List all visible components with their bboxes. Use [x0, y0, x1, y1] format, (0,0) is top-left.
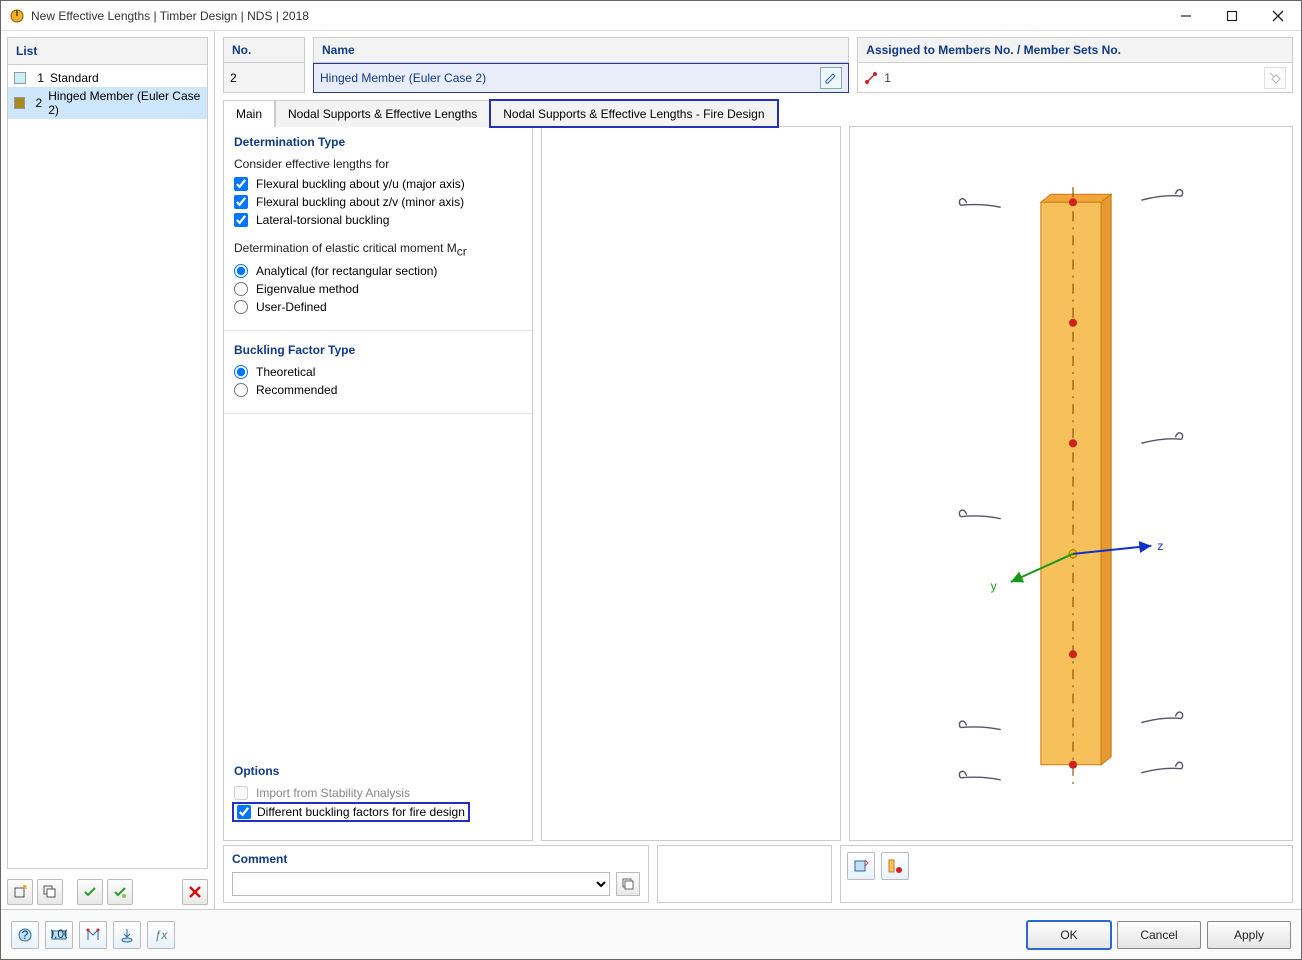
list-item[interactable]: 1 Standard — [8, 69, 207, 87]
determination-title: Determination Type — [234, 135, 522, 149]
preview-panel: z y — [849, 126, 1293, 841]
minimize-button[interactable] — [1163, 1, 1209, 30]
list-item[interactable]: 2 Hinged Member (Euler Case 2) — [8, 87, 207, 119]
mcr-label: Determination of elastic critical moment… — [234, 241, 522, 258]
form-column: Determination Type Consider effective le… — [223, 126, 533, 841]
pick-members-button[interactable] — [1264, 67, 1286, 89]
rad-eigen[interactable]: Eigenvalue method — [234, 282, 522, 296]
list-item-label: Hinged Member (Euler Case 2) — [48, 89, 201, 117]
chk-diff-fire[interactable]: Different buckling factors for fire desi… — [234, 804, 522, 820]
no-value[interactable]: 2 — [223, 63, 305, 93]
comment-panel: Comment — [223, 845, 649, 903]
empty-panel — [657, 845, 832, 903]
number-field-group: No. 2 — [223, 37, 305, 93]
svg-text:ƒx: ƒx — [155, 928, 169, 942]
chk-flex-z[interactable]: Flexural buckling about z/v (minor axis) — [234, 195, 522, 209]
svg-text:?: ? — [22, 928, 29, 942]
comment-pick-button[interactable] — [616, 872, 640, 896]
preview-settings-button[interactable] — [881, 852, 909, 880]
rad-userdef[interactable]: User-Defined — [234, 300, 522, 314]
title-bar: New Effective Lengths | Timber Design | … — [1, 1, 1301, 31]
list-body: 1 Standard 2 Hinged Member (Euler Case 2… — [7, 65, 208, 869]
comment-label: Comment — [232, 852, 640, 866]
svg-text:0,00: 0,00 — [51, 927, 67, 941]
check-leaf-button[interactable] — [107, 879, 133, 905]
function-button[interactable]: ƒx — [147, 921, 175, 949]
options-title: Options — [234, 764, 522, 778]
list-item-number: 1 — [32, 71, 44, 85]
tab-strip: Main Nodal Supports & Effective Lengths … — [223, 99, 1293, 126]
app-icon — [9, 8, 25, 24]
apply-button[interactable]: Apply — [1207, 921, 1291, 949]
middle-empty-panel — [541, 126, 841, 841]
chk-flex-y[interactable]: Flexural buckling about y/u (major axis) — [234, 177, 522, 191]
tab-main[interactable]: Main — [223, 100, 275, 127]
structure-button[interactable] — [79, 921, 107, 949]
tab-nodal-supports[interactable]: Nodal Supports & Effective Lengths — [275, 100, 490, 127]
comment-input[interactable] — [232, 872, 610, 896]
cancel-button[interactable]: Cancel — [1117, 921, 1201, 949]
maximize-button[interactable] — [1209, 1, 1255, 30]
buckling-title: Buckling Factor Type — [234, 343, 522, 357]
preview-export-button[interactable] — [847, 852, 875, 880]
preview-toolbar — [840, 845, 1293, 903]
assigned-value[interactable]: 1 — [857, 63, 1293, 93]
ok-button[interactable]: OK — [1027, 921, 1111, 949]
consider-label: Consider effective lengths for — [234, 157, 522, 171]
tab-nodal-supports-fire[interactable]: Nodal Supports & Effective Lengths - Fir… — [490, 100, 777, 127]
rad-theoretical[interactable]: Theoretical — [234, 365, 522, 379]
copy-item-button[interactable] — [37, 879, 63, 905]
axis-z-label: z — [1157, 539, 1163, 553]
name-edit-button[interactable] — [820, 67, 842, 89]
assigned-field-group: Assigned to Members No. / Member Sets No… — [857, 37, 1293, 93]
close-button[interactable] — [1255, 1, 1301, 30]
loads-button[interactable] — [113, 921, 141, 949]
delete-item-button[interactable] — [182, 879, 208, 905]
assigned-label: Assigned to Members No. / Member Sets No… — [857, 37, 1293, 63]
axis-y-label: y — [991, 579, 997, 593]
bottom-bar: ? 0,00 ƒx OK Cancel Apply — [1, 909, 1301, 959]
list-panel: List 1 Standard 2 Hinged Member (Euler C… — [1, 31, 215, 909]
color-swatch — [14, 72, 26, 84]
name-input[interactable] — [320, 71, 814, 85]
color-swatch — [14, 97, 25, 109]
help-button[interactable]: ? — [11, 921, 39, 949]
rad-recommended[interactable]: Recommended — [234, 383, 522, 397]
rad-analytical[interactable]: Analytical (for rectangular section) — [234, 264, 522, 278]
name-field-group: Name — [313, 37, 849, 93]
list-header: List — [7, 37, 208, 65]
new-item-button[interactable] — [7, 879, 33, 905]
chk-ltb[interactable]: Lateral-torsional buckling — [234, 213, 522, 227]
check-green-button[interactable] — [77, 879, 103, 905]
no-label: No. — [223, 37, 305, 63]
list-item-label: Standard — [50, 71, 99, 85]
preview-3d[interactable]: z y — [850, 127, 1292, 840]
list-toolbar — [1, 875, 214, 909]
list-item-number: 2 — [31, 96, 42, 110]
window-title: New Effective Lengths | Timber Design | … — [31, 9, 1163, 23]
member-icon — [864, 71, 878, 85]
units-button[interactable]: 0,00 — [45, 921, 73, 949]
chk-import-stability: Import from Stability Analysis — [234, 786, 522, 800]
name-label: Name — [313, 37, 849, 63]
